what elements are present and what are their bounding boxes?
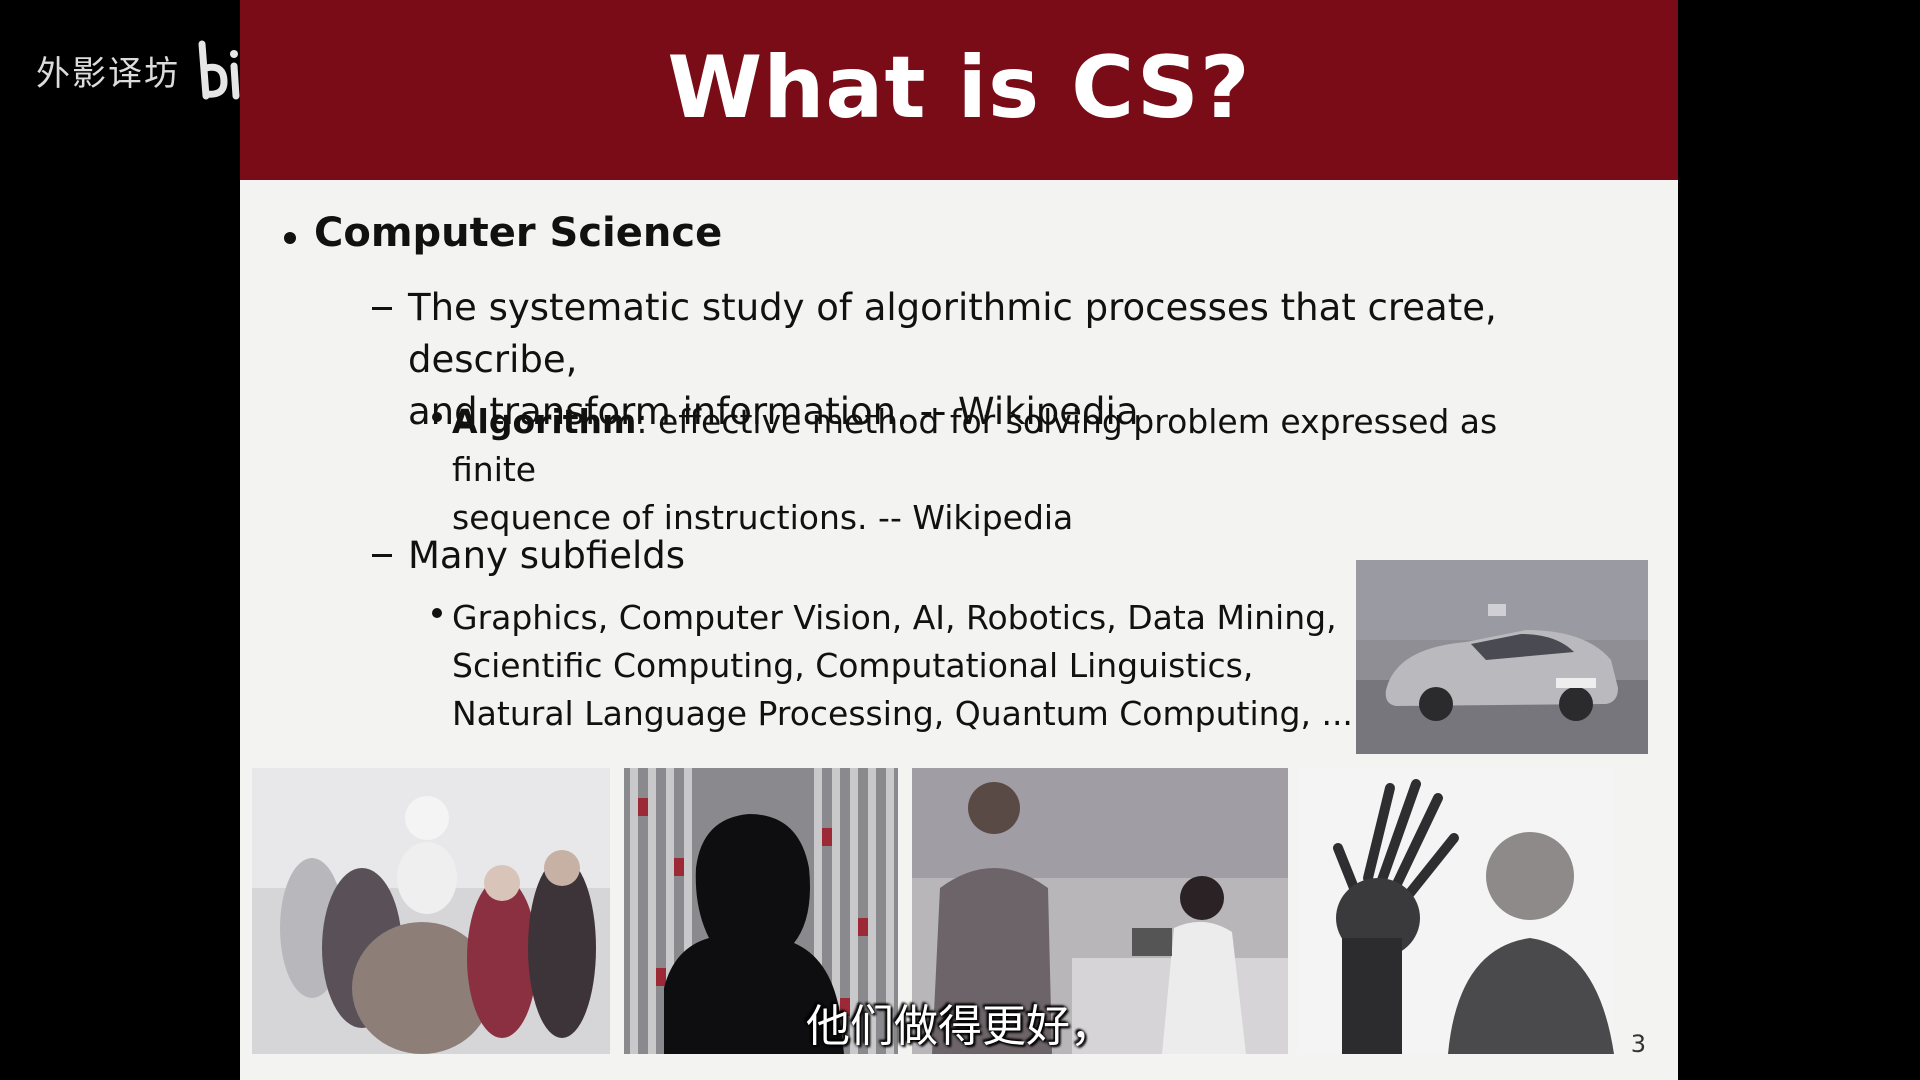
- video-subtitle: 他们做得更好，: [806, 1001, 1114, 1052]
- dash-icon: [372, 554, 392, 557]
- definition-line-1: The systematic study of algorithmic proc…: [408, 286, 1497, 381]
- bullet-icon: [432, 412, 442, 422]
- dash-icon: [372, 307, 392, 310]
- algorithm-text: Algorithm: effective method for solving …: [452, 398, 1572, 542]
- bullet-icon: [432, 608, 442, 618]
- title-bar: What is CS?: [240, 0, 1678, 180]
- self-driving-car-image: [1356, 560, 1648, 754]
- algorithm-term: Algorithm: [452, 402, 637, 441]
- slide-title: What is CS?: [667, 38, 1251, 138]
- bullet-icon: [284, 232, 296, 244]
- watermark-text: 外影译坊: [36, 53, 180, 94]
- slide: What is CS? Computer Science The systema…: [240, 0, 1678, 1080]
- main-bullet: Computer Science: [314, 210, 723, 256]
